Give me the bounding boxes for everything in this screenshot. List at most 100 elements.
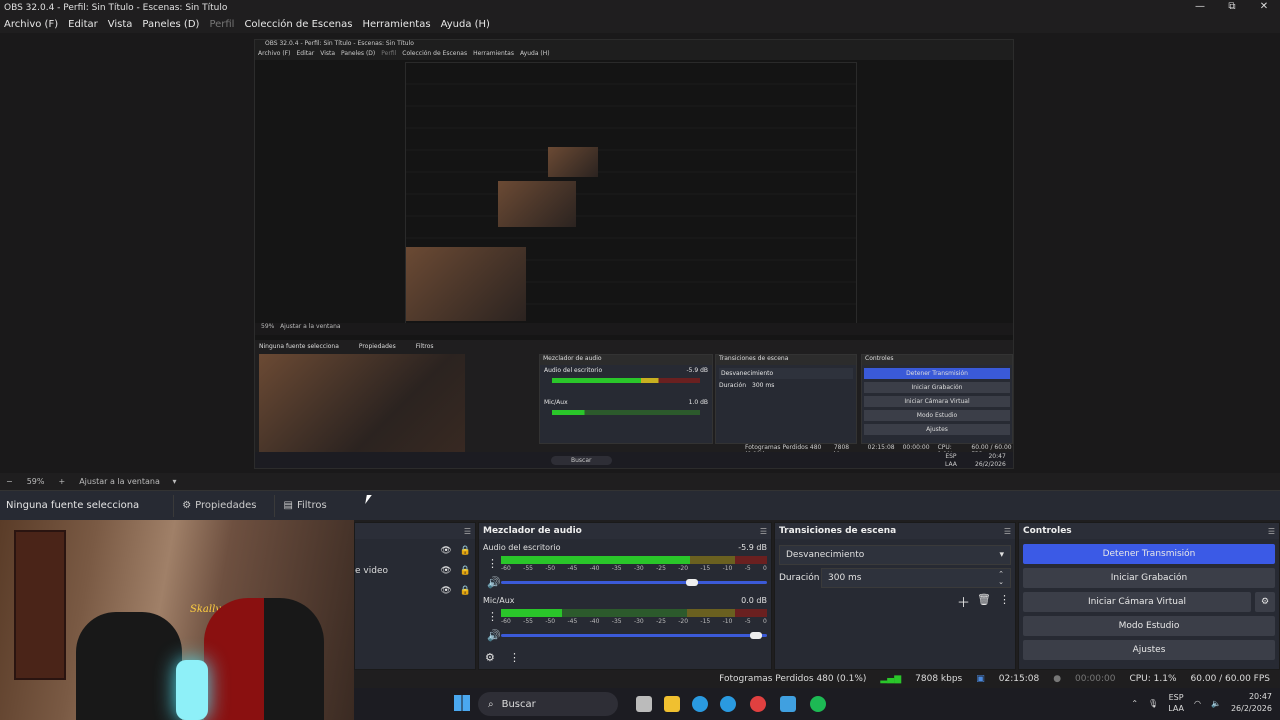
dock-menu-icon[interactable]: ☰	[760, 527, 767, 536]
menu-view[interactable]: Vista	[108, 19, 133, 30]
taskbar: ⌕ Buscar ⌃ 🎙 ESP LAA ◠ 🔈 20:47 26/2/2026	[354, 688, 1280, 720]
dock-menu-icon[interactable]: ☰	[1004, 527, 1011, 536]
menu-bar: Archivo (F) Editar Vista Paneles (D) Per…	[0, 15, 1280, 33]
filters-button[interactable]: ▤ Filtros	[274, 494, 334, 517]
zoom-out-button[interactable]: −	[6, 477, 13, 486]
nested-menu-item: Editar	[296, 50, 315, 57]
sources-dock: ☰ 👁 🔒 e video 👁 🔒 👁 🔒	[354, 522, 476, 670]
eye-icon[interactable]: 👁	[440, 546, 451, 556]
nested-menu-item: Colección de Escenas	[402, 50, 468, 57]
mixer-title: Mezclador de audio	[483, 526, 582, 536]
task-view-icon[interactable]	[636, 696, 652, 712]
nested-menu-item: Ayuda (H)	[519, 50, 550, 57]
add-icon[interactable]: ＋	[957, 592, 970, 611]
dock-menu-icon[interactable]: ☰	[464, 527, 471, 536]
virtual-camera-settings-button[interactable]: ⚙	[1255, 592, 1275, 612]
notepad-icon[interactable]	[780, 696, 796, 712]
zoom-in-button[interactable]: +	[58, 477, 65, 486]
nested-menu-item: Herramientas	[473, 50, 514, 57]
clock[interactable]: 20:47 26/2/2026	[1231, 691, 1272, 715]
volume-meter	[501, 609, 767, 617]
menu-docks[interactable]: Paneles (D)	[142, 19, 199, 30]
obs-icon[interactable]	[750, 696, 766, 712]
dock-menu-icon[interactable]: ☰	[1268, 527, 1275, 536]
speaker-icon[interactable]: 🔈	[1211, 699, 1221, 708]
mixer-settings-icon[interactable]: ⚙	[485, 651, 495, 664]
menu-scene-collection[interactable]: Colección de Escenas	[244, 19, 352, 30]
nested-menu-item: Vista	[320, 50, 336, 57]
nested-transitions: Transiciones de escena Desvanecimiento D…	[715, 354, 857, 444]
close-button[interactable]: ✕	[1248, 0, 1280, 15]
volume-slider[interactable]	[501, 632, 767, 639]
duration-input[interactable]: 300 ms ⌃ ⌄	[821, 568, 1011, 588]
stop-stream-button[interactable]: Detener Transmisión	[1023, 544, 1275, 564]
trash-icon[interactable]: 🗑	[977, 593, 991, 606]
gear-icon: ⚙	[182, 500, 192, 511]
taskbar-search[interactable]: ⌕ Buscar	[478, 692, 618, 716]
scale-tick: -20	[678, 565, 689, 572]
studio-mode-button[interactable]: Modo Estudio	[1023, 616, 1275, 636]
wifi-icon[interactable]: ◠	[1194, 699, 1201, 708]
nested-menu-item: Archivo (F)	[258, 50, 291, 57]
cpu-usage: CPU: 1.1%	[1129, 674, 1177, 684]
edge-icon[interactable]	[692, 696, 708, 712]
mixer-menu-icon[interactable]: ⋮	[509, 651, 520, 664]
gear-icon: ⚙	[1260, 597, 1270, 607]
scale-tick: -20	[678, 618, 689, 625]
speaker-icon[interactable]: 🔊	[487, 576, 501, 589]
channel-name: Mic/Aux	[483, 596, 515, 605]
chrome-icon[interactable]	[720, 696, 736, 712]
chevron-up-icon[interactable]: ⌃	[1131, 699, 1138, 708]
start-recording-button[interactable]: Iniciar Grabación	[1023, 568, 1275, 588]
eye-icon[interactable]: 👁	[440, 566, 451, 576]
mic-icon[interactable]: 🎙	[1148, 699, 1158, 708]
spinner-icon[interactable]: ⌃ ⌄	[998, 570, 1004, 586]
meter-scale: -60 -55 -50 -45 -40 -35 -30 -25 -20 -15 -10 -5 0	[501, 618, 767, 625]
nested-menu: Archivo (F) Editar Vista Paneles (D) Per…	[255, 50, 1013, 60]
volume-slider[interactable]	[501, 579, 767, 586]
spotify-icon[interactable]	[810, 696, 826, 712]
maximize-button[interactable]: ⧉	[1216, 0, 1248, 15]
window-title: OBS 32.0.4 - Perfil: Sin Título - Escena…	[4, 2, 228, 13]
channel-menu-icon[interactable]: ⋮	[487, 557, 498, 570]
duration-label: Duración	[779, 573, 820, 583]
nested-obs-capture: OBS 32.0.4 - Perfil: Sin Título - Escena…	[254, 39, 1014, 469]
minimize-button[interactable]: —	[1184, 0, 1216, 15]
eye-icon[interactable]: 👁	[440, 586, 451, 596]
menu-profile[interactable]: Perfil	[209, 19, 234, 30]
source-row[interactable]: 👁 🔒	[355, 543, 477, 559]
fit-window-select[interactable]: Ajustar a la ventana ▾	[79, 477, 176, 486]
slider-knob[interactable]	[749, 632, 762, 639]
nested-no-source: Ninguna fuente selecciona	[259, 343, 339, 350]
channel-db: -5.9 dB	[738, 543, 767, 552]
scale-tick: -25	[656, 565, 666, 572]
transition-select[interactable]: Desvanecimiento ▾	[779, 545, 1011, 565]
file-explorer-icon[interactable]	[664, 696, 680, 712]
meter-fill	[501, 609, 563, 617]
nested-menu-item: Paneles (D)	[341, 50, 376, 57]
lock-icon[interactable]: 🔒	[460, 586, 471, 596]
virtual-camera-button[interactable]: Iniciar Cámara Virtual	[1023, 592, 1251, 612]
stream-time: 02:15:08	[998, 674, 1040, 684]
scale-tick: -10	[722, 565, 733, 572]
channel-menu-icon[interactable]: ⋮	[487, 610, 498, 623]
source-row[interactable]: 👁 🔒	[355, 583, 477, 599]
lock-icon[interactable]: 🔒	[460, 546, 471, 556]
windows-start-icon[interactable]	[454, 695, 470, 711]
scale-tick: -50	[545, 565, 556, 572]
lang-indicator[interactable]: ESP LAA	[1168, 692, 1184, 714]
menu-file[interactable]: Archivo (F)	[4, 19, 58, 30]
slider-knob[interactable]	[685, 579, 698, 586]
nested-properties: Propiedades	[358, 343, 396, 350]
menu-edit[interactable]: Editar	[68, 19, 98, 30]
settings-button[interactable]: Ajustes	[1023, 640, 1275, 660]
menu-tools[interactable]: Herramientas	[362, 19, 430, 30]
lock-icon[interactable]: 🔒	[460, 566, 471, 576]
properties-button[interactable]: ⚙ Propiedades	[173, 494, 264, 517]
more-icon[interactable]: ⋮	[999, 593, 1010, 606]
menu-help[interactable]: Ayuda (H)	[441, 19, 490, 30]
speaker-icon[interactable]: 🔊	[487, 629, 501, 642]
channel-desktop: Audio del escritorio -5.9 dB ⋮ -60 -55 -50…	[483, 543, 769, 589]
source-row[interactable]: e video 👁 🔒	[355, 563, 477, 579]
door	[14, 530, 66, 680]
